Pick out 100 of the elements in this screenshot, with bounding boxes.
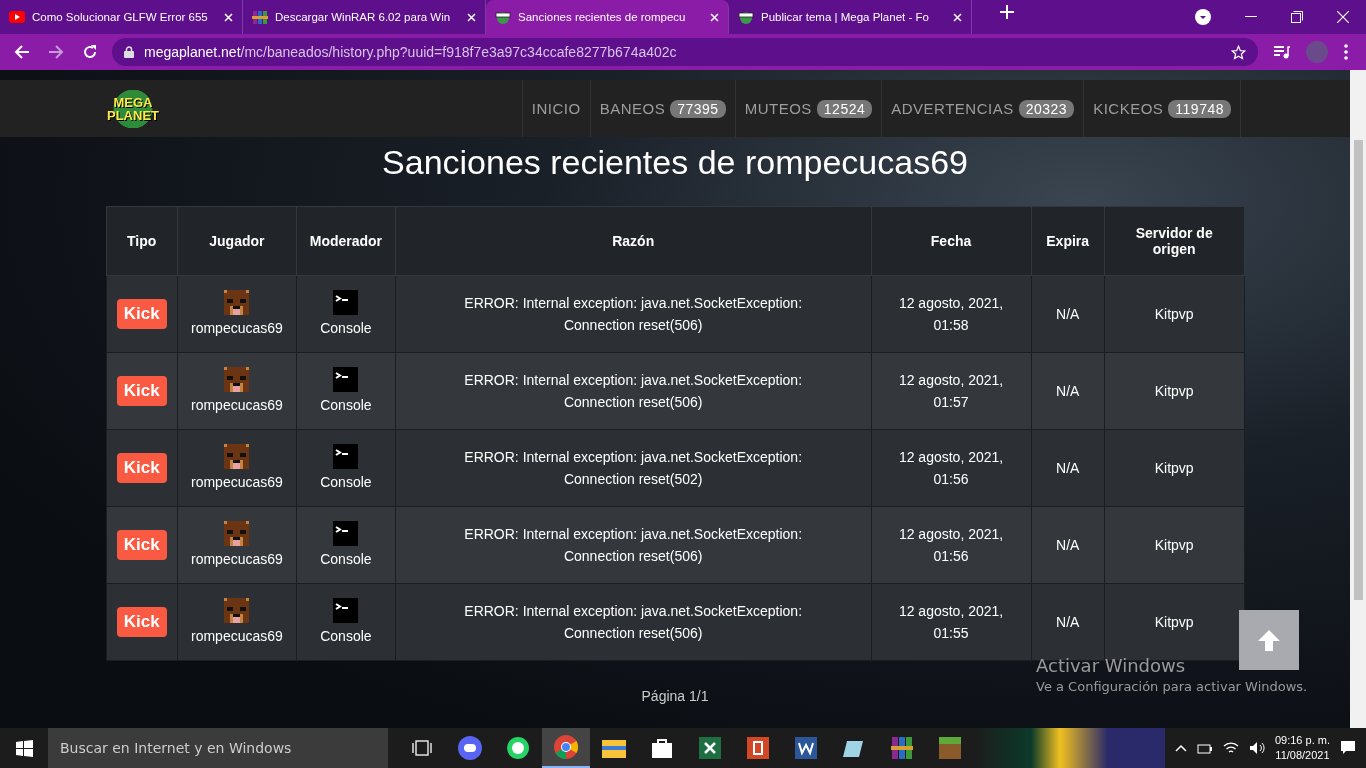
books-icon[interactable] — [891, 737, 913, 759]
terminal-icon — [333, 289, 359, 315]
planet-logo-icon — [495, 9, 511, 25]
type-badge: Kick — [116, 299, 167, 329]
server-text: Kitpvp — [1154, 383, 1194, 399]
nav-link[interactable]: BANEOS 77395 — [590, 80, 736, 137]
moderator-name: Console — [320, 472, 372, 492]
notifications-icon[interactable] — [1340, 740, 1356, 756]
column-header: Servidor de origen — [1104, 206, 1244, 276]
more-icon[interactable] — [1344, 44, 1348, 60]
wifi-icon[interactable] — [1222, 741, 1239, 755]
date-text: 12 agosto, 2021, 01:57 — [897, 371, 1005, 412]
url-text: megaplanet.net/mc/baneados/history.php?uuid=f918f7e3a97c34ccafe8277b674a402c — [144, 44, 678, 60]
reason-text: ERROR: Internal exception: java.net.SocketException: Connection reset(502) — [463, 448, 804, 489]
column-header: Jugador — [177, 206, 297, 276]
playlist-icon[interactable] — [1274, 45, 1290, 59]
close-icon[interactable] — [710, 12, 719, 22]
column-header: Expira — [1031, 206, 1105, 276]
nav-link[interactable]: MUTEOS 12524 — [735, 80, 883, 137]
terminal-icon — [333, 597, 359, 623]
planet-logo-icon — [738, 9, 754, 25]
server-text: Kitpvp — [1154, 537, 1194, 553]
player-head-icon — [224, 520, 250, 546]
type-badge: Kick — [116, 530, 167, 560]
spreadsheet-icon[interactable] — [699, 737, 721, 759]
column-header: Tipo — [106, 206, 178, 276]
battery-icon[interactable] — [1196, 742, 1213, 754]
date-text: 12 agosto, 2021, 01:55 — [897, 602, 1005, 643]
browser-icon[interactable] — [554, 735, 578, 759]
reload-icon[interactable] — [82, 44, 98, 60]
clock-date[interactable]: 11/08/2021 — [1275, 748, 1330, 763]
reason-text: ERROR: Internal exception: java.net.SocketException: Connection reset(506) — [463, 371, 804, 412]
back-arrow-icon[interactable] — [14, 44, 30, 60]
column-header: Razón — [395, 206, 872, 276]
expires-text: N/A — [1056, 306, 1080, 322]
activation-message: Ve a Configuración para activar Windows. — [1036, 679, 1308, 694]
task-view-icon[interactable] — [412, 740, 432, 756]
reason-text: ERROR: Internal exception: java.net.SocketException: Connection reset(506) — [463, 602, 804, 643]
server-text: Kitpvp — [1154, 306, 1194, 322]
close-icon[interactable] — [224, 12, 233, 22]
video-play-icon — [9, 11, 25, 23]
type-badge: Kick — [116, 376, 167, 406]
expires-text: N/A — [1056, 537, 1080, 553]
star-icon[interactable] — [1231, 44, 1246, 60]
moderator-name: Console — [320, 626, 372, 646]
minimize-icon[interactable] — [1245, 16, 1257, 18]
date-text: 12 agosto, 2021, 01:56 — [897, 448, 1005, 489]
moderator-name: Console — [320, 549, 372, 569]
browser-tab[interactable]: Sanciones recientes de rompecu — [486, 0, 729, 34]
count-badge: 119748 — [1168, 99, 1231, 118]
speaker-icon[interactable] — [1248, 741, 1265, 755]
books-icon — [252, 9, 268, 25]
moderator-name: Console — [320, 395, 372, 415]
page-title: Sanciones recientes de rompecucas69 — [381, 143, 969, 182]
server-text: Kitpvp — [1154, 614, 1194, 630]
moderator-name: Console — [320, 318, 372, 338]
activation-title: Activar Windows — [1036, 655, 1187, 676]
slides-icon[interactable] — [747, 737, 769, 759]
count-badge: 20323 — [1018, 99, 1075, 118]
forward-arrow-icon[interactable] — [48, 44, 64, 60]
chevron-up-icon[interactable] — [1174, 744, 1187, 752]
player-head-icon — [224, 366, 250, 392]
document-icon[interactable] — [795, 737, 817, 759]
date-text: 12 agosto, 2021, 01:58 — [897, 294, 1005, 335]
type-badge: Kick — [116, 453, 167, 483]
taskbar-search-field[interactable]: Buscar en Internet y en Windows — [48, 728, 388, 768]
terminal-icon — [333, 366, 359, 392]
tab-search-icon[interactable] — [1195, 9, 1211, 25]
count-badge: 12524 — [816, 99, 873, 118]
close-icon[interactable] — [953, 12, 962, 22]
expires-text: N/A — [1056, 383, 1080, 399]
folder-icon[interactable] — [602, 738, 626, 758]
player-head-icon — [224, 597, 250, 623]
pagination-text: Página 1/1 — [641, 688, 709, 704]
date-text: 12 agosto, 2021, 01:56 — [897, 525, 1005, 566]
column-header: Moderador — [296, 206, 396, 276]
terminal-icon — [333, 520, 359, 546]
expires-text: N/A — [1056, 614, 1080, 630]
server-text: Kitpvp — [1154, 460, 1194, 476]
close-icon[interactable] — [467, 12, 476, 22]
clock-time[interactable]: 09:16 p. m. — [1274, 733, 1330, 748]
scrollbar[interactable] — [1350, 70, 1366, 728]
close-icon[interactable] — [1337, 11, 1349, 23]
nav-link[interactable]: ADVERTENCIAS 20323 — [882, 80, 1085, 137]
player-head-icon — [224, 289, 250, 315]
reason-text: ERROR: Internal exception: java.net.SocketException: Connection reset(506) — [463, 525, 804, 566]
expires-text: N/A — [1056, 460, 1080, 476]
terminal-icon — [333, 443, 359, 469]
player-head-icon — [224, 443, 250, 469]
chat-bubble-icon[interactable] — [458, 736, 482, 760]
count-badge: 77395 — [670, 99, 726, 118]
type-badge: Kick — [116, 607, 167, 637]
windows-start-icon[interactable] — [15, 739, 33, 757]
nav-link[interactable]: KICKEOS 119748 — [1084, 80, 1241, 137]
up-arrow-icon — [1256, 628, 1282, 652]
address-bar[interactable]: megaplanet.net/mc/baneados/history.php?uuid=f918f7e3a97c34ccafe8277b674a402c — [112, 38, 1258, 66]
restore-icon[interactable] — [1291, 11, 1303, 23]
lock-icon — [124, 46, 134, 58]
nav-link[interactable]: INICIO — [522, 80, 591, 137]
reason-text: ERROR: Internal exception: java.net.SocketException: Connection reset(506) — [463, 294, 804, 335]
